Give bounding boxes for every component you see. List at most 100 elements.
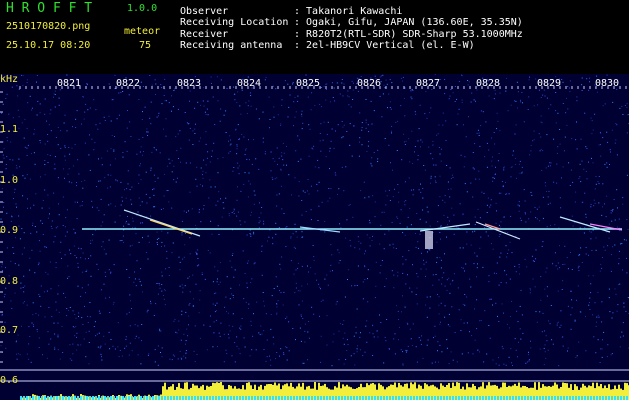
noise-dot <box>469 331 470 333</box>
noise-dot <box>295 231 297 233</box>
noise-dot <box>276 147 278 149</box>
noise-dot <box>542 241 544 243</box>
noise-dot <box>530 340 531 342</box>
noise-dot <box>440 79 442 80</box>
noise-dot <box>214 124 216 125</box>
noise-dot <box>617 304 619 306</box>
noise-dot <box>110 148 112 150</box>
noise-dot <box>253 231 255 233</box>
noise-dot <box>110 174 112 176</box>
noise-dot <box>373 110 375 112</box>
noise-dot <box>570 314 572 316</box>
noise-dot <box>129 245 131 247</box>
noise-dot <box>593 199 595 201</box>
noise-dot <box>55 267 57 269</box>
noise-dot <box>329 147 331 149</box>
noise-dot <box>571 138 573 140</box>
noise-dot <box>55 137 57 138</box>
noise-dot <box>454 101 456 102</box>
noise-dot <box>444 316 446 318</box>
noise-dot <box>434 335 436 337</box>
noise-dot <box>543 364 545 366</box>
noise-dot <box>419 233 421 235</box>
noise-dot <box>100 289 102 291</box>
noise-dot <box>295 282 297 284</box>
noise-dot <box>64 159 66 161</box>
noise-dot <box>530 289 531 291</box>
noise-dot <box>144 106 146 108</box>
noise-dot <box>452 176 454 178</box>
noise-dot <box>163 208 164 210</box>
noise-dot <box>295 339 296 341</box>
noise-dot <box>557 268 559 270</box>
histogram-base <box>302 396 304 400</box>
noise-dot <box>564 136 566 138</box>
noise-dot <box>248 172 250 174</box>
histogram-base <box>386 396 388 400</box>
noise-dot <box>182 287 184 289</box>
noise-dot <box>50 130 52 132</box>
noise-dot <box>603 246 605 248</box>
noise-dot <box>283 152 285 154</box>
noise-dot <box>202 185 203 187</box>
noise-dot <box>168 158 170 160</box>
noise-dot <box>243 136 245 138</box>
noise-dot <box>23 232 25 234</box>
noise-dot <box>326 315 328 317</box>
noise-dot <box>137 211 139 213</box>
noise-dot <box>111 135 113 136</box>
noise-dot <box>443 272 445 274</box>
noise-dot <box>533 105 535 107</box>
noise-dot <box>338 330 340 332</box>
noise-dot <box>36 329 38 330</box>
noise-dot <box>93 99 95 101</box>
histogram-base <box>134 396 136 400</box>
noise-dot <box>258 227 260 229</box>
noise-dot <box>473 168 475 170</box>
noise-dot <box>314 273 316 275</box>
noise-dot <box>616 226 618 228</box>
noise-dot <box>146 216 148 218</box>
noise-dot <box>263 330 265 332</box>
noise-dot <box>74 144 76 145</box>
histogram-base <box>326 396 328 400</box>
noise-dot <box>604 103 606 105</box>
noise-dot <box>249 355 251 357</box>
noise-dot <box>153 315 155 316</box>
noise-dot <box>501 345 503 347</box>
noise-dot <box>406 226 408 228</box>
noise-dot <box>26 155 28 156</box>
noise-dot <box>188 304 190 306</box>
histogram-base <box>281 396 283 400</box>
histogram-base <box>146 396 148 400</box>
noise-dot <box>393 274 395 276</box>
histogram-base <box>500 396 502 400</box>
noise-dot <box>57 334 59 336</box>
noise-dot <box>106 150 108 152</box>
noise-dot <box>320 150 322 152</box>
noise-dot <box>346 131 348 132</box>
noise-dot <box>18 116 20 118</box>
histogram-base <box>308 396 310 400</box>
noise-dot <box>416 213 418 214</box>
noise-dot <box>237 211 239 213</box>
noise-dot <box>586 78 588 80</box>
time-label-0824: 0824 <box>237 78 262 89</box>
noise-dot <box>395 248 397 249</box>
noise-dot <box>6 212 8 214</box>
noise-dot <box>398 319 400 320</box>
noise-dot <box>354 364 356 366</box>
noise-dot <box>158 284 160 286</box>
noise-dot <box>610 210 612 212</box>
noise-dot <box>84 179 86 181</box>
noise-dot <box>477 263 478 265</box>
noise-dot <box>360 242 362 244</box>
noise-dot <box>58 285 60 287</box>
noise-dot <box>612 312 614 314</box>
noise-dot <box>5 98 7 99</box>
histogram-base <box>473 396 475 400</box>
noise-dot <box>422 187 424 189</box>
histogram-base <box>83 396 85 400</box>
noise-dot <box>535 311 537 313</box>
histogram-base <box>170 396 172 400</box>
